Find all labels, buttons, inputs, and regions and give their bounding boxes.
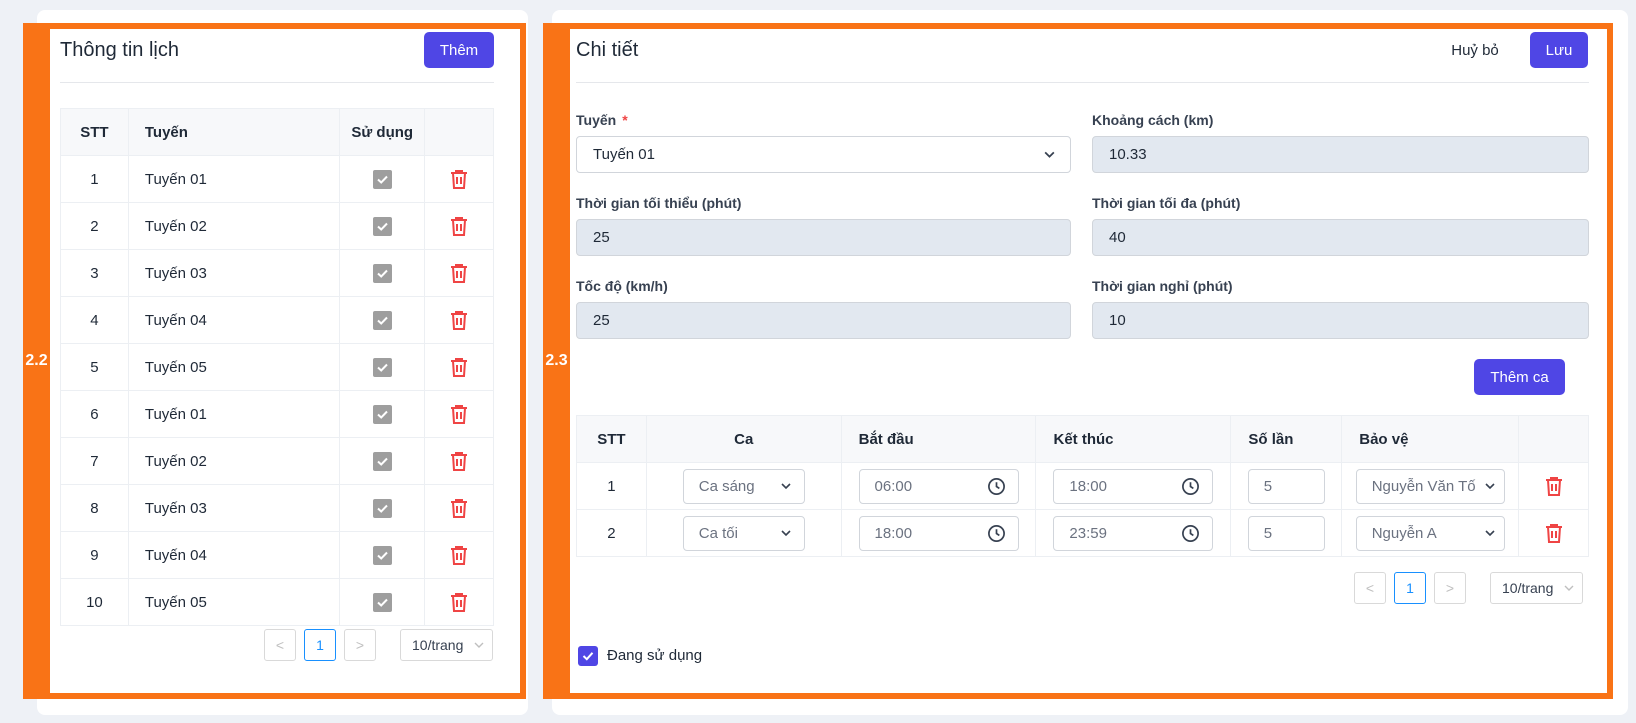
highlight-frame-2-2 bbox=[23, 23, 526, 699]
highlight-frame-2-3 bbox=[543, 23, 1613, 699]
section-badge-2-3: 2.3 bbox=[543, 23, 570, 699]
section-badge-2-2: 2.2 bbox=[23, 23, 50, 699]
